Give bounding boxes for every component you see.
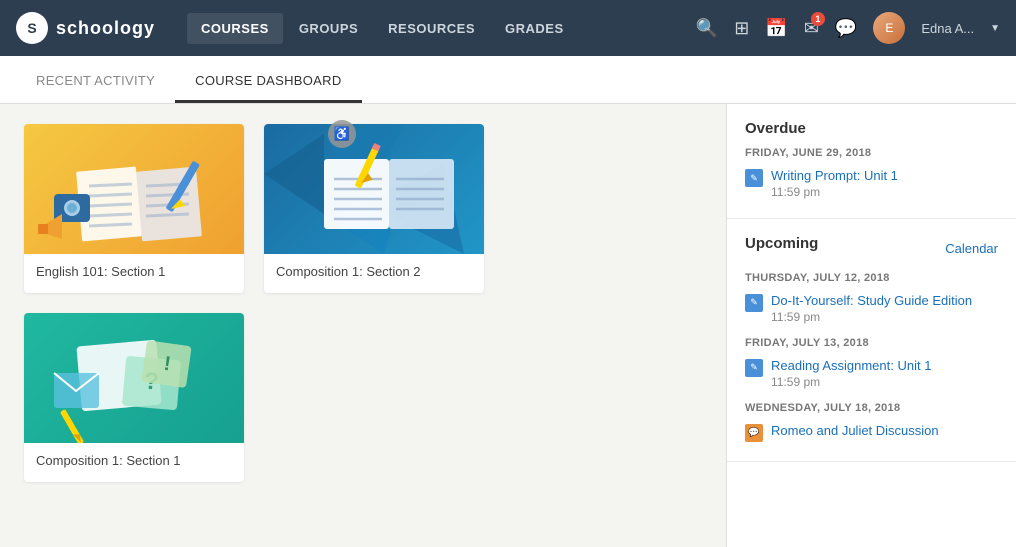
upcoming-item-2: ✎ Reading Assignment: Unit 1 11:59 pm bbox=[745, 355, 998, 392]
upcoming-item-link-2[interactable]: Reading Assignment: Unit 1 bbox=[771, 358, 998, 375]
course-title-comp1: Composition 1: Section 1 bbox=[24, 443, 244, 482]
comp2-illustration bbox=[264, 124, 484, 254]
logo[interactable]: S schoology bbox=[16, 12, 155, 44]
comp1-illustration: ? ! bbox=[24, 313, 244, 443]
nav-resources[interactable]: RESOURCES bbox=[374, 13, 489, 44]
course-area: ♿ bbox=[0, 104, 726, 547]
upcoming-date-2: FRIDAY, JULY 13, 2018 bbox=[745, 337, 998, 349]
assignment-icon-overdue: ✎ bbox=[745, 169, 763, 187]
tab-recent-activity[interactable]: RECENT ACTIVITY bbox=[16, 61, 175, 103]
main-layout: ♿ bbox=[0, 104, 1016, 547]
accessibility-icon[interactable]: ♿ bbox=[328, 120, 356, 148]
messages-icon[interactable]: ✉ 1 bbox=[804, 18, 819, 39]
username[interactable]: Edna A... bbox=[921, 21, 974, 36]
upcoming-item-content-1: Do-It-Yourself: Study Guide Edition 11:5… bbox=[771, 293, 998, 324]
calendar-link[interactable]: Calendar bbox=[945, 241, 998, 256]
caret-down-icon[interactable]: ▼ bbox=[990, 23, 1000, 34]
course-thumbnail-comp2 bbox=[264, 124, 484, 254]
nav-links: COURSES GROUPS RESOURCES GRADES bbox=[187, 13, 578, 44]
upcoming-item-time-1: 11:59 pm bbox=[771, 310, 998, 324]
overdue-item-link-1[interactable]: Writing Prompt: Unit 1 bbox=[771, 168, 998, 185]
upcoming-item-time-2: 11:59 pm bbox=[771, 375, 998, 389]
nav-courses[interactable]: COURSES bbox=[187, 13, 283, 44]
navbar: S schoology COURSES GROUPS RESOURCES GRA… bbox=[0, 0, 1016, 56]
logo-letter: S bbox=[27, 20, 36, 36]
upcoming-date-3: WEDNESDAY, JULY 18, 2018 bbox=[745, 402, 998, 414]
sidebar: Overdue FRIDAY, JUNE 29, 2018 ✎ Writing … bbox=[726, 104, 1016, 547]
course-card-english[interactable]: English 101: Section 1 bbox=[24, 124, 244, 293]
upcoming-date-1: THURSDAY, JULY 12, 2018 bbox=[745, 272, 998, 284]
upcoming-item-link-1[interactable]: Do-It-Yourself: Study Guide Edition bbox=[771, 293, 998, 310]
upcoming-item-1: ✎ Do-It-Yourself: Study Guide Edition 11… bbox=[745, 290, 998, 327]
course-card-comp1[interactable]: ? ! Composition 1: Section 1 bbox=[24, 313, 244, 482]
assignment-icon-upcoming-1: ✎ bbox=[745, 294, 763, 312]
apps-icon[interactable]: ⊞ bbox=[734, 18, 749, 39]
upcoming-header: Upcoming Calendar bbox=[745, 235, 998, 262]
nav-icons: 🔍 ⊞ 📅 ✉ 1 💬 E Edna A... ▼ bbox=[696, 12, 1000, 44]
overdue-item-1: ✎ Writing Prompt: Unit 1 11:59 pm bbox=[745, 165, 998, 202]
assignment-icon-upcoming-2: ✎ bbox=[745, 359, 763, 377]
english-illustration bbox=[24, 124, 244, 254]
nav-groups[interactable]: GROUPS bbox=[285, 13, 372, 44]
overdue-item-time-1: 11:59 pm bbox=[771, 185, 998, 199]
course-thumbnail-english bbox=[24, 124, 244, 254]
overdue-section: Overdue FRIDAY, JUNE 29, 2018 ✎ Writing … bbox=[727, 104, 1016, 219]
avatar[interactable]: E bbox=[873, 12, 905, 44]
upcoming-title: Upcoming bbox=[745, 235, 818, 252]
course-thumbnail-comp1: ? ! bbox=[24, 313, 244, 443]
overdue-date-1: FRIDAY, JUNE 29, 2018 bbox=[745, 147, 998, 159]
notification-badge: 1 bbox=[811, 12, 825, 26]
upcoming-item-link-3[interactable]: Romeo and Juliet Discussion bbox=[771, 423, 998, 440]
upcoming-item-3: 💬 Romeo and Juliet Discussion bbox=[745, 420, 998, 445]
logo-icon: S bbox=[16, 12, 48, 44]
discussion-icon-upcoming-3: 💬 bbox=[745, 424, 763, 442]
tab-course-dashboard[interactable]: COURSE DASHBOARD bbox=[175, 61, 361, 103]
tabs-bar: RECENT ACTIVITY COURSE DASHBOARD bbox=[0, 56, 1016, 104]
search-icon[interactable]: 🔍 bbox=[696, 18, 718, 39]
chat-icon[interactable]: 💬 bbox=[835, 18, 857, 39]
course-card-comp2[interactable]: Composition 1: Section 2 bbox=[264, 124, 484, 293]
upcoming-section: Upcoming Calendar THURSDAY, JULY 12, 201… bbox=[727, 219, 1016, 462]
overdue-title: Overdue bbox=[745, 120, 998, 137]
calendar-icon[interactable]: 📅 bbox=[765, 18, 787, 39]
course-grid: English 101: Section 1 bbox=[24, 124, 702, 482]
course-title-english: English 101: Section 1 bbox=[24, 254, 244, 293]
upcoming-item-content-3: Romeo and Juliet Discussion bbox=[771, 423, 998, 440]
nav-grades[interactable]: GRADES bbox=[491, 13, 578, 44]
course-title-comp2: Composition 1: Section 2 bbox=[264, 254, 484, 293]
overdue-item-content: Writing Prompt: Unit 1 11:59 pm bbox=[771, 168, 998, 199]
logo-text: schoology bbox=[56, 18, 155, 39]
upcoming-item-content-2: Reading Assignment: Unit 1 11:59 pm bbox=[771, 358, 998, 389]
